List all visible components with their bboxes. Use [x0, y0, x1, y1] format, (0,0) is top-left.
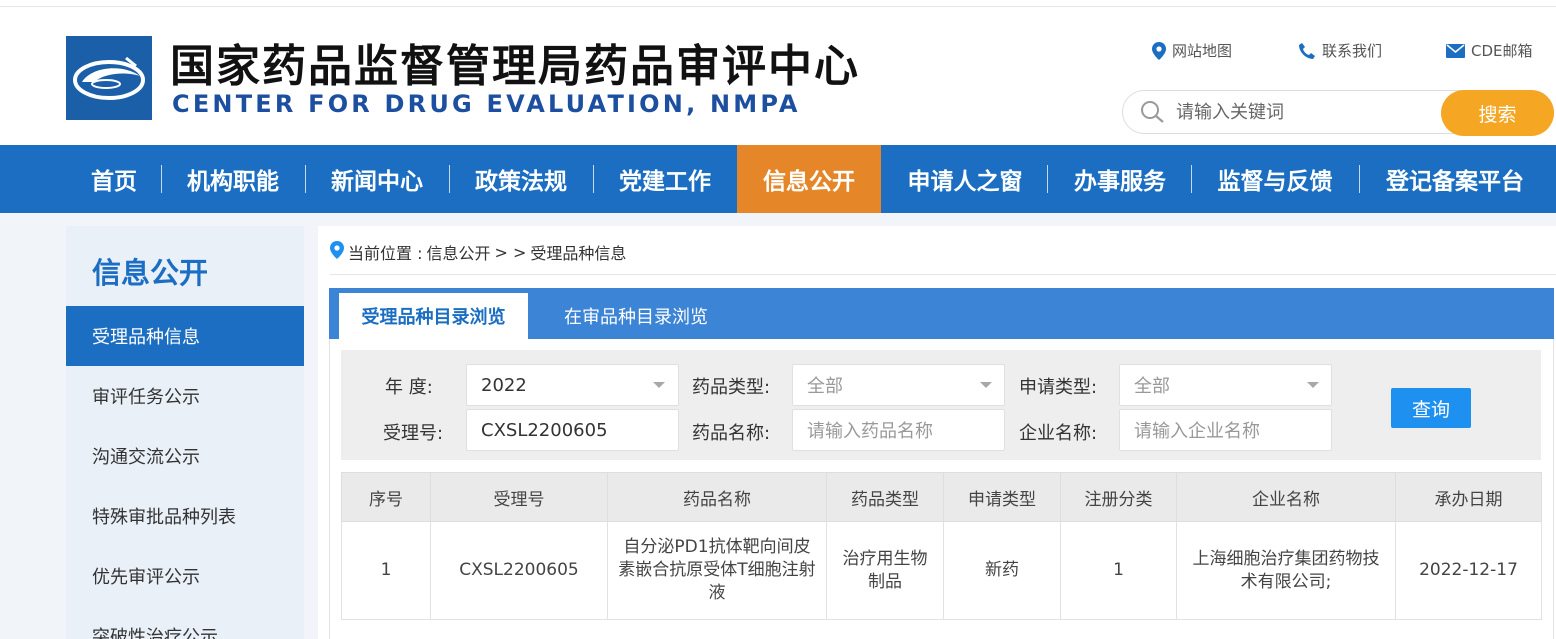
sitemap-label: 网站地图: [1172, 42, 1233, 60]
nav-separator: [449, 165, 450, 193]
location-pin-icon: [1152, 41, 1166, 60]
breadcrumb-current: 受理品种信息: [530, 244, 627, 263]
search-button[interactable]: 搜索: [1441, 90, 1554, 136]
top-divider: [0, 6, 1556, 7]
accept-no-input[interactable]: CXSL2200605: [466, 409, 679, 451]
results-table: 序号 受理号 药品名称 药品类型 申请类型 注册分类 企业名称 承办日期 1 C…: [341, 472, 1542, 620]
drug-name-input[interactable]: 请输入药品名称: [792, 409, 1005, 451]
sidebar: 信息公开 受理品种信息 审评任务公示 沟通交流公示 特殊审批品种列表 优先审评公…: [66, 226, 304, 639]
nav-separator: [1047, 165, 1048, 193]
nav-separator: [1359, 165, 1360, 193]
nav-item-applicant[interactable]: 申请人之窗: [890, 145, 1040, 213]
sidebar-item-priority-review[interactable]: 优先审评公示: [66, 546, 304, 606]
cde-logo[interactable]: [66, 36, 152, 120]
table-cell-date: 2022-12-17: [1395, 521, 1542, 620]
column-header: 申请类型: [943, 472, 1061, 522]
column-header: 注册分类: [1060, 472, 1177, 522]
column-header: 承办日期: [1395, 472, 1542, 522]
phone-icon: [1298, 42, 1316, 60]
breadcrumb-separator: > >: [494, 242, 527, 262]
year-label: 年 度:: [385, 377, 433, 398]
nav-item-info-disclosure[interactable]: 信息公开: [737, 145, 881, 213]
nav-item-party[interactable]: 党建工作: [602, 145, 728, 213]
breadcrumb: 当前位置 : 信息公开 > > 受理品种信息: [330, 240, 626, 264]
apply-type-select[interactable]: 全部: [1119, 364, 1332, 406]
breadcrumb-prefix: 当前位置 :: [348, 244, 423, 263]
chevron-down-icon: [1307, 382, 1319, 388]
apply-type-label: 申请类型:: [1019, 377, 1098, 398]
sidebar-item-special-approval[interactable]: 特殊审批品种列表: [66, 486, 304, 546]
nav-item-news[interactable]: 新闻中心: [314, 145, 440, 213]
nav-item-registration[interactable]: 登记备案平台: [1368, 145, 1542, 213]
query-button[interactable]: 查询: [1391, 388, 1471, 428]
table-cell-drug-type: 治疗用生物制品: [826, 521, 944, 620]
nav-separator: [593, 165, 594, 193]
company-name-input[interactable]: 请输入企业名称: [1119, 409, 1332, 451]
table-cell-company: 上海细胞治疗集团药物技术有限公司;: [1176, 521, 1396, 620]
nav-item-organization[interactable]: 机构职能: [170, 145, 296, 213]
nav-separator: [161, 165, 162, 193]
table-cell-drug-name: 自分泌PD1抗体靶向间皮素嵌合抗原受体T细胞注射液: [607, 521, 827, 620]
breadcrumb-divider: [330, 274, 1556, 275]
nav-separator: [305, 165, 306, 193]
sitemap-link[interactable]: 网站地图: [1152, 40, 1232, 61]
column-header: 序号: [341, 472, 431, 522]
cde-mail-link[interactable]: CDE邮箱: [1446, 40, 1533, 61]
table-row[interactable]: 1 CXSL2200605 自分泌PD1抗体靶向间皮素嵌合抗原受体T细胞注射液 …: [341, 521, 1542, 620]
search-icon: [1140, 100, 1166, 128]
table-cell-index: 1: [341, 521, 431, 620]
breadcrumb-section[interactable]: 信息公开: [426, 240, 490, 264]
contact-label: 联系我们: [1322, 42, 1383, 60]
company-name-label: 企业名称:: [1019, 423, 1098, 444]
location-pin-icon: [330, 241, 344, 263]
cde-mail-label: CDE邮箱: [1471, 42, 1533, 60]
site-subtitle: CENTER FOR DRUG EVALUATION, NMPA: [172, 90, 801, 118]
nav-item-home[interactable]: 首页: [76, 145, 152, 213]
main-nav: 首页 机构职能 新闻中心 政策法规 党建工作 信息公开 申请人之窗 办事服务 监…: [0, 145, 1556, 213]
chevron-down-icon: [653, 382, 665, 388]
table-cell-apply-type: 新药: [943, 521, 1061, 620]
sidebar-item-communication[interactable]: 沟通交流公示: [66, 426, 304, 486]
drug-type-select[interactable]: 全部: [792, 364, 1005, 406]
nav-item-supervision[interactable]: 监督与反馈: [1200, 145, 1350, 213]
nav-item-services[interactable]: 办事服务: [1056, 145, 1184, 213]
drug-name-label: 药品名称:: [692, 423, 771, 444]
column-header: 受理号: [430, 472, 608, 522]
site-title: 国家药品监督管理局药品审评中心: [170, 41, 860, 92]
table-cell-accept-no[interactable]: CXSL2200605: [430, 521, 608, 620]
accept-no-label: 受理号:: [383, 423, 444, 444]
drug-type-label: 药品类型:: [692, 377, 771, 398]
mail-icon: [1446, 43, 1465, 58]
tab-accepted-catalog[interactable]: 受理品种目录浏览: [339, 293, 528, 339]
sidebar-item-review-tasks[interactable]: 审评任务公示: [66, 366, 304, 426]
sidebar-title: 信息公开: [92, 256, 209, 290]
nav-separator: [1191, 165, 1192, 193]
chevron-down-icon: [980, 382, 992, 388]
contact-link[interactable]: 联系我们: [1298, 40, 1382, 61]
sidebar-item-accepted-varieties[interactable]: 受理品种信息: [66, 306, 304, 366]
table-cell-registration-class: 1: [1060, 521, 1177, 620]
column-header: 药品名称: [607, 472, 827, 522]
table-header-row: 序号 受理号 药品名称 药品类型 申请类型 注册分类 企业名称 承办日期: [341, 472, 1542, 522]
year-select[interactable]: 2022: [466, 364, 679, 406]
column-header: 企业名称: [1176, 472, 1396, 522]
nav-item-policy[interactable]: 政策法规: [458, 145, 584, 213]
column-header: 药品类型: [826, 472, 944, 522]
sidebar-item-breakthrough[interactable]: 突破性治疗公示: [66, 606, 304, 639]
search-input[interactable]: [1176, 96, 1426, 128]
tab-under-review-catalog[interactable]: 在审品种目录浏览: [540, 293, 732, 339]
